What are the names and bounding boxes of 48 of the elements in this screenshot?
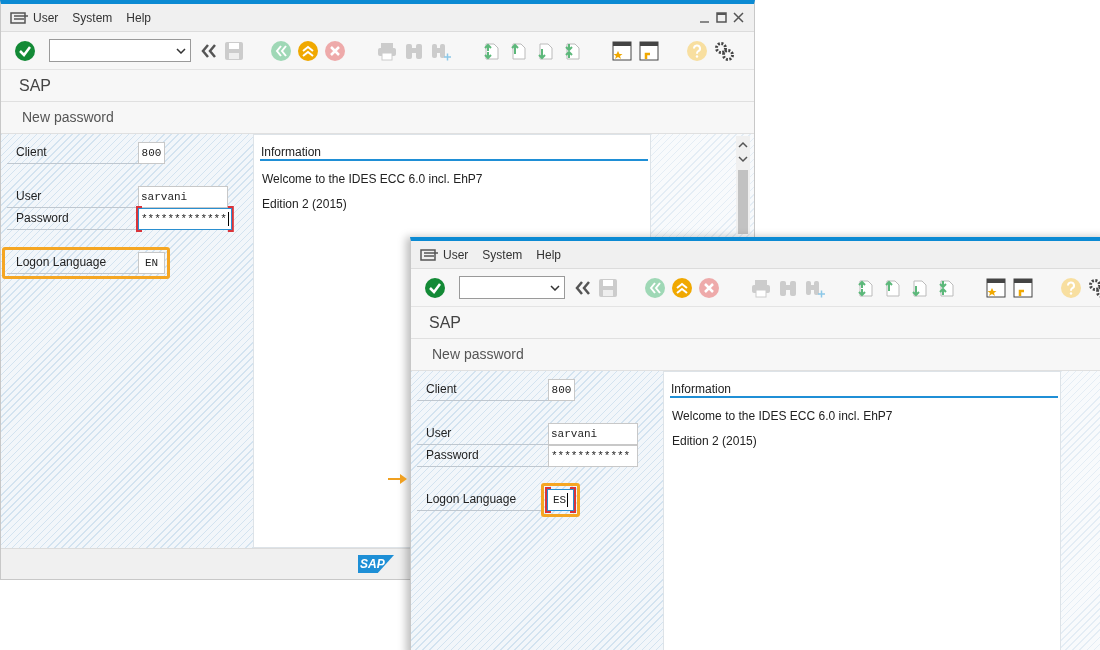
menu-item[interactable]: Help: [126, 8, 152, 27]
input-field[interactable]: sarvani: [548, 423, 638, 445]
sap-logo: SAP: [358, 555, 394, 573]
cancel-icon[interactable]: [324, 39, 346, 62]
close-icon[interactable]: [733, 12, 744, 23]
field-label: Logon Language: [417, 489, 541, 511]
screen-subtitle: New password: [432, 345, 524, 364]
command-field[interactable]: [459, 276, 565, 299]
menu-item[interactable]: System: [72, 8, 113, 27]
input-field[interactable]: ES: [547, 489, 574, 511]
back-icon[interactable]: [270, 39, 292, 62]
info-text: Welcome to the IDES ECC 6.0 incl. EhP7: [261, 171, 484, 188]
info-text: Edition 2 (2015): [671, 433, 758, 450]
info-text: Welcome to the IDES ECC 6.0 incl. EhP7: [671, 408, 894, 425]
enter-icon[interactable]: [424, 276, 446, 299]
help-icon[interactable]: [1060, 276, 1082, 299]
up-icon[interactable]: [297, 39, 319, 62]
dropdown-caret-icon[interactable]: [176, 47, 186, 54]
pointer-arrow: [388, 473, 408, 485]
command-field[interactable]: [49, 39, 191, 62]
screen-title: SAP: [19, 75, 51, 96]
info-text: Edition 2 (2015): [261, 196, 348, 213]
menu-item[interactable]: User: [33, 8, 59, 27]
input-field[interactable]: sarvani: [138, 186, 228, 208]
screen-title: SAP: [429, 312, 461, 333]
screen-subtitle: New password: [22, 108, 114, 127]
menu-item[interactable]: System: [482, 245, 523, 264]
scroll-thumb[interactable]: [738, 170, 748, 234]
up-icon[interactable]: [671, 276, 693, 299]
enter-icon[interactable]: [14, 39, 36, 62]
input-field[interactable]: ************: [548, 445, 638, 467]
info-heading: Information: [670, 380, 1058, 398]
input-field[interactable]: *************: [138, 208, 232, 230]
settings-icon[interactable]: [713, 39, 735, 62]
info-heading: Information: [260, 143, 648, 161]
save-icon[interactable]: [598, 276, 618, 299]
menu-item[interactable]: Help: [536, 245, 562, 264]
input-field[interactable]: EN: [138, 252, 165, 274]
input-field[interactable]: 800: [548, 379, 575, 401]
dropdown-caret-icon[interactable]: [550, 284, 560, 291]
help-icon[interactable]: [686, 39, 708, 62]
input-field[interactable]: 800: [138, 142, 165, 164]
scrollbar[interactable]: [736, 136, 750, 234]
save-icon[interactable]: [224, 39, 244, 62]
maximize-icon[interactable]: [716, 12, 727, 23]
menu-item[interactable]: User: [443, 245, 469, 264]
cancel-icon[interactable]: [698, 276, 720, 299]
back-icon[interactable]: [644, 276, 666, 299]
